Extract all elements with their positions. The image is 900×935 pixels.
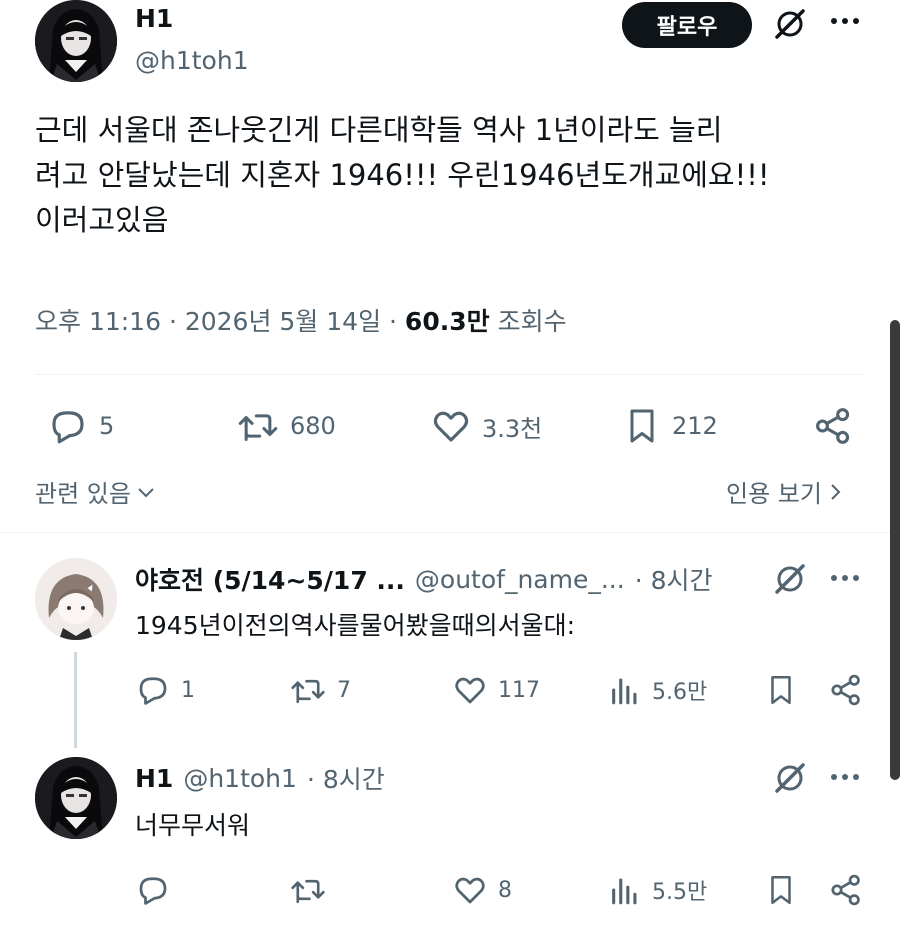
reply-count: 5	[99, 412, 115, 440]
reply-icon	[47, 405, 89, 447]
more-icon[interactable]	[830, 16, 860, 26]
reply-author-name[interactable]: 야호전 (5/14~5/17 ...	[135, 561, 405, 597]
like-icon	[430, 405, 472, 447]
reply-author-name[interactable]: H1	[135, 764, 173, 793]
view-quotes-link[interactable]: 인용 보기	[726, 474, 846, 509]
chevron-right-icon	[826, 481, 846, 503]
author-avatar[interactable]	[35, 0, 117, 82]
divider	[35, 374, 865, 375]
more-icon[interactable]	[830, 573, 860, 583]
bookmark-button[interactable]: 212	[622, 405, 718, 447]
author-handle[interactable]: @h1toh1	[135, 46, 249, 75]
reply-button[interactable]: 1	[135, 672, 195, 708]
follow-button[interactable]: 팔로우	[622, 2, 752, 48]
reply-count: 1	[181, 677, 195, 703]
views-button[interactable]: 5.5만	[608, 872, 707, 908]
like-icon	[452, 872, 488, 908]
reply-icon	[135, 672, 171, 708]
like-count: 117	[498, 677, 540, 703]
like-button[interactable]: 8	[452, 872, 512, 908]
share-icon[interactable]	[828, 872, 864, 908]
view-quotes-label: 인용 보기	[726, 480, 822, 508]
view-label: 조회수	[497, 307, 567, 336]
author-name[interactable]: H1	[135, 4, 173, 33]
related-filter[interactable]: 관련 있음	[35, 474, 157, 509]
bookmark-icon[interactable]	[764, 672, 798, 708]
reply-avatar[interactable]	[35, 558, 117, 640]
reply-icon	[135, 872, 171, 908]
grok-icon[interactable]	[772, 760, 808, 796]
more-icon[interactable]	[830, 772, 860, 782]
bookmark-count: 212	[672, 412, 718, 440]
reply-button[interactable]	[135, 872, 181, 908]
view-count: 60.3만	[404, 307, 490, 336]
share-icon[interactable]	[812, 405, 854, 447]
views-icon	[608, 872, 642, 908]
bookmark-icon[interactable]	[764, 872, 798, 908]
reply-avatar[interactable]	[35, 757, 117, 839]
bookmark-icon	[622, 405, 662, 447]
like-icon	[452, 672, 488, 708]
reply-handle[interactable]: @outof_name_...	[415, 565, 625, 594]
like-count: 8	[498, 877, 512, 903]
like-button[interactable]: 117	[452, 672, 540, 708]
related-label: 관련 있음	[35, 480, 131, 508]
retweet-button[interactable]	[289, 872, 337, 908]
retweet-icon	[289, 872, 327, 908]
like-button[interactable]: 3.3천	[430, 405, 542, 447]
like-count: 3.3천	[482, 414, 543, 443]
reply-header: H1 @h1toh1 · 8시간	[135, 760, 385, 796]
retweet-button[interactable]: 7	[289, 672, 351, 708]
retweet-count: 7	[337, 677, 351, 703]
chevron-down-icon	[135, 481, 157, 503]
tweet-text: 근데 서울대 존나웃긴게 다른대학들 역사 1년이라도 늘리 려고 안달났는데 …	[35, 113, 770, 237]
retweet-icon	[289, 672, 327, 708]
tweet-meta: 오후 11:16 · 2026년 5월 14일 · 60.3만 조회수	[35, 302, 567, 338]
scrollbar[interactable]	[890, 320, 900, 780]
reply-time[interactable]: · 8시간	[307, 760, 385, 796]
reply-button[interactable]: 5	[47, 405, 114, 447]
divider	[0, 532, 900, 533]
grok-icon[interactable]	[772, 6, 808, 42]
retweet-count: 680	[290, 412, 336, 440]
retweet-button[interactable]: 680	[236, 405, 336, 447]
reply-text: 너무무서워	[135, 811, 251, 840]
views-icon	[608, 672, 642, 708]
reply-text: 1945년이전의역사를물어봤을때의서울대:	[135, 611, 576, 640]
reply-handle[interactable]: @h1toh1	[183, 764, 297, 793]
views-count: 5.5만	[652, 880, 708, 905]
tweet-timestamp[interactable]: 오후 11:16 · 2026년 5월 14일 ·	[35, 307, 405, 336]
views-count: 5.6만	[652, 680, 708, 705]
share-icon[interactable]	[828, 672, 864, 708]
grok-icon[interactable]	[772, 561, 808, 597]
views-button[interactable]: 5.6만	[608, 672, 707, 708]
reply-time[interactable]: · 8시간	[635, 561, 713, 597]
retweet-icon	[236, 405, 280, 447]
reply-header: 야호전 (5/14~5/17 ... @outof_name_... · 8시간	[135, 561, 713, 597]
thread-line	[74, 652, 77, 748]
